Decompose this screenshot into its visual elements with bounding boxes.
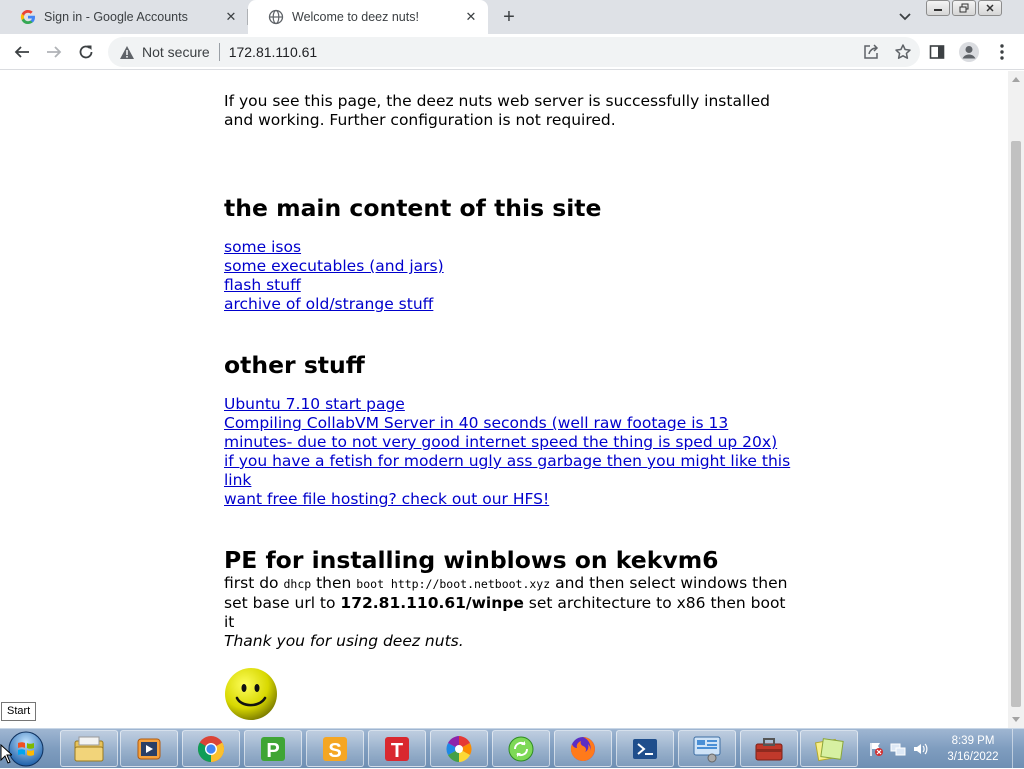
kebab-menu-icon[interactable] <box>991 41 1013 63</box>
clock-time: 8:39 PM <box>951 735 995 747</box>
network-icon[interactable] <box>890 741 906 757</box>
intro-text: If you see this page, the deez nuts web … <box>224 92 770 129</box>
tab-close-icon[interactable]: ✕ <box>222 8 240 26</box>
new-tab-plus-icon[interactable]: + <box>498 6 520 28</box>
code-boot-url: boot http://boot.netboot.xyz <box>356 577 551 591</box>
tab-deez-nuts[interactable]: Welcome to deez nuts! ✕ <box>248 0 488 34</box>
window-controls <box>926 0 1002 16</box>
section-heading-pe: PE for installing winblows on kekvm6 <box>224 546 719 574</box>
taskbar: P S T 8:39 PM 3/16/2022 <box>0 728 1024 769</box>
winpe-url: 172.81.110.61/winpe <box>340 594 524 612</box>
p-app-icon[interactable]: P <box>244 730 302 767</box>
minimize-icon[interactable] <box>926 0 950 16</box>
pe-text-part: then <box>311 574 357 592</box>
sticky-notes-icon[interactable] <box>800 730 858 767</box>
refresh-globe-icon[interactable] <box>492 730 550 767</box>
firefox-icon[interactable] <box>554 730 612 767</box>
link-archive[interactable]: archive of old/strange stuff <box>224 295 794 314</box>
chevron-down-icon[interactable] <box>896 9 914 25</box>
restore-icon[interactable] <box>952 0 976 16</box>
link-executables[interactable]: some executables (and jars) <box>224 257 794 276</box>
divider <box>218 43 220 61</box>
vertical-scrollbar[interactable] <box>1008 71 1024 728</box>
scrollbar-thumb[interactable] <box>1011 141 1021 707</box>
tab-close-icon[interactable]: ✕ <box>462 8 480 26</box>
google-icon <box>20 9 36 25</box>
powershell-icon[interactable] <box>616 730 674 767</box>
link-some-isos[interactable]: some isos <box>224 238 794 257</box>
smiley-face-image <box>224 667 278 721</box>
thanks-text: Thank you for using deez nuts. <box>224 632 464 650</box>
main-links-list: some isos some executables (and jars) fl… <box>224 238 794 314</box>
control-panel-icon[interactable] <box>678 730 736 767</box>
system-clock[interactable]: 8:39 PM 3/16/2022 <box>940 733 1006 765</box>
profile-avatar-icon[interactable] <box>958 41 980 63</box>
side-panel-icon[interactable] <box>926 41 948 63</box>
volume-icon[interactable] <box>912 741 928 757</box>
section-heading-other: other stuff <box>224 351 365 379</box>
action-center-flag-icon[interactable] <box>868 741 884 757</box>
link-flash-stuff[interactable]: flash stuff <box>224 276 794 295</box>
svg-text:T: T <box>391 740 403 762</box>
t-app-icon[interactable]: T <box>368 730 426 767</box>
url-text[interactable]: 172.81.110.61 <box>229 44 318 60</box>
reload-icon[interactable] <box>74 41 98 63</box>
link-ubuntu-start-page[interactable]: Ubuntu 7.10 start page <box>224 395 794 414</box>
svg-text:S: S <box>328 740 341 762</box>
scroll-up-arrow-icon[interactable] <box>1008 71 1024 87</box>
tab-strip: Sign in - Google Accounts ✕ Welcome to d… <box>0 0 1024 34</box>
file-explorer-icon[interactable] <box>60 730 118 767</box>
toolbox-icon[interactable] <box>740 730 798 767</box>
scroll-down-arrow-icon[interactable] <box>1008 712 1024 728</box>
section-heading-main: the main content of this site <box>224 194 602 222</box>
pinwheel-app-icon[interactable] <box>430 730 488 767</box>
clock-date: 3/16/2022 <box>947 751 999 763</box>
s-app-icon[interactable]: S <box>306 730 364 767</box>
svg-text:P: P <box>266 740 279 762</box>
media-player-icon[interactable] <box>120 730 178 767</box>
tab-google-accounts[interactable]: Sign in - Google Accounts ✕ <box>0 0 248 34</box>
code-dhcp: dhcp <box>283 577 312 591</box>
chrome-icon[interactable] <box>182 730 240 767</box>
warning-triangle-icon[interactable] <box>118 43 136 61</box>
share-icon[interactable] <box>862 43 880 64</box>
security-label[interactable]: Not secure <box>142 44 210 60</box>
address-bar[interactable]: Not secure 172.81.110.61 <box>108 37 920 67</box>
pe-text-part: first do <box>224 574 284 592</box>
tab-title: Welcome to deez nuts! <box>292 10 419 24</box>
other-links-list: Ubuntu 7.10 start page Compiling CollabV… <box>224 395 794 509</box>
mouse-cursor-icon <box>0 743 14 769</box>
link-modern-garbage[interactable]: if you have a fetish for modern ugly ass… <box>224 452 794 490</box>
bookmark-star-icon[interactable] <box>894 43 912 64</box>
tab-title: Sign in - Google Accounts <box>44 10 188 24</box>
link-hfs-hosting[interactable]: want free file hosting? check out our HF… <box>224 490 794 509</box>
link-collabvm-video[interactable]: Compiling CollabVM Server in 40 seconds … <box>224 414 794 452</box>
close-icon[interactable] <box>978 0 1002 16</box>
browser-toolbar: Not secure 172.81.110.61 <box>0 34 1024 70</box>
globe-icon <box>268 9 284 25</box>
page-content: If you see this page, the deez nuts web … <box>224 92 794 721</box>
start-tooltip: Start <box>1 702 37 721</box>
pe-instructions: first do dhcp then boot http://boot.netb… <box>224 574 794 632</box>
forward-arrow-icon[interactable] <box>42 41 66 63</box>
show-desktop-button[interactable] <box>1012 729 1024 769</box>
back-arrow-icon[interactable] <box>10 41 34 63</box>
page-viewport: If you see this page, the deez nuts web … <box>0 71 1008 728</box>
